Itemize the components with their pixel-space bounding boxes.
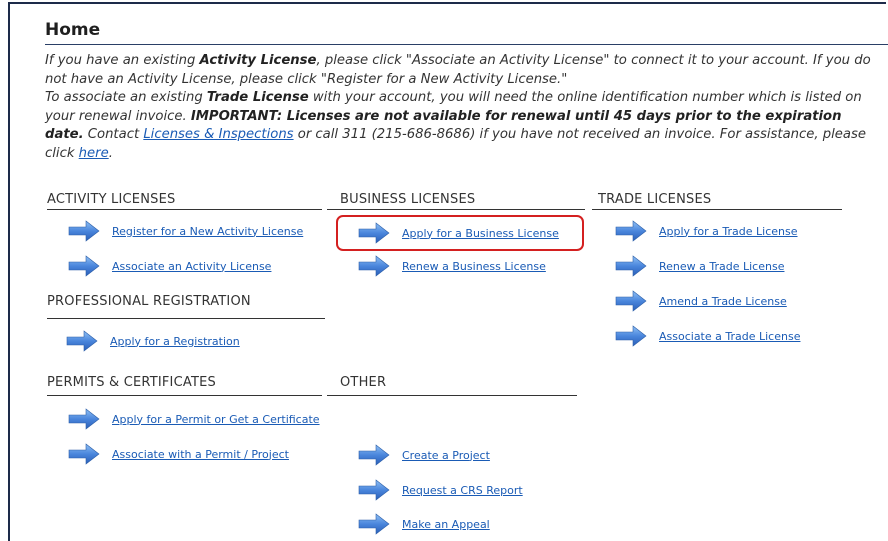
intro-bold-trade-license: Trade License: [206, 90, 309, 106]
section-divider: [47, 209, 322, 210]
amend-trade-license-link[interactable]: Amend a Trade License: [659, 295, 787, 308]
intro-text-part: To associate an existing: [45, 90, 207, 106]
section-heading-other: OTHER: [340, 375, 387, 390]
link-row[interactable]: Create a Project: [358, 443, 490, 467]
page-title: Home: [45, 20, 101, 40]
section-divider: [327, 395, 577, 396]
link-row[interactable]: Apply for a Trade License: [615, 219, 798, 243]
section-heading-professional-registration: PROFESSIONAL REGISTRATION: [47, 294, 251, 309]
link-row[interactable]: Associate with a Permit / Project: [68, 442, 289, 466]
register-new-activity-license-link[interactable]: Register for a New Activity License: [112, 225, 303, 238]
section-heading-business-licenses: BUSINESS LICENSES: [340, 192, 476, 207]
link-row[interactable]: Apply for a Permit or Get a Certificate: [68, 407, 320, 431]
intro-text-part: Contact: [83, 127, 144, 143]
section-divider: [47, 318, 325, 319]
link-row[interactable]: Request a CRS Report: [358, 478, 523, 502]
intro-text-part: .: [108, 145, 113, 161]
section-heading-trade-licenses: TRADE LICENSES: [598, 192, 712, 207]
section-heading-activity-licenses: ACTIVITY LICENSES: [47, 192, 176, 207]
link-row[interactable]: Register for a New Activity License: [68, 219, 303, 243]
right-arrow-icon[interactable]: [358, 513, 390, 535]
section-divider: [47, 395, 322, 396]
intro-text: If you have an existing Activity License…: [45, 52, 880, 164]
right-arrow-icon[interactable]: [615, 220, 647, 242]
right-arrow-icon[interactable]: [615, 325, 647, 347]
right-arrow-icon[interactable]: [66, 330, 98, 352]
highlight-box: [336, 215, 584, 251]
link-row[interactable]: Make an Appeal: [358, 512, 490, 536]
request-crs-report-link[interactable]: Request a CRS Report: [402, 484, 523, 497]
right-arrow-icon[interactable]: [615, 255, 647, 277]
associate-permit-project-link[interactable]: Associate with a Permit / Project: [112, 448, 289, 461]
title-divider: [45, 44, 888, 45]
link-row[interactable]: Amend a Trade License: [615, 289, 787, 313]
link-row[interactable]: Renew a Business License: [358, 254, 546, 278]
link-row[interactable]: Associate an Activity License: [68, 254, 271, 278]
intro-text-part: If you have an existing: [45, 53, 200, 68]
associate-activity-license-link[interactable]: Associate an Activity License: [112, 260, 271, 273]
right-arrow-icon[interactable]: [358, 479, 390, 501]
right-arrow-icon[interactable]: [68, 443, 100, 465]
licenses-inspections-link[interactable]: Licenses & Inspections: [143, 127, 293, 142]
associate-trade-license-link[interactable]: Associate a Trade License: [659, 330, 800, 343]
apply-trade-license-link[interactable]: Apply for a Trade License: [659, 225, 798, 238]
link-row[interactable]: Associate a Trade License: [615, 324, 800, 348]
create-project-link[interactable]: Create a Project: [402, 449, 490, 462]
section-divider: [327, 209, 585, 210]
apply-registration-link[interactable]: Apply for a Registration: [110, 335, 240, 348]
right-arrow-icon[interactable]: [358, 444, 390, 466]
link-row[interactable]: Renew a Trade License: [615, 254, 784, 278]
right-arrow-icon[interactable]: [68, 220, 100, 242]
renew-trade-license-link[interactable]: Renew a Trade License: [659, 260, 784, 273]
section-divider: [592, 209, 842, 210]
right-arrow-icon[interactable]: [68, 408, 100, 430]
right-arrow-icon[interactable]: [68, 255, 100, 277]
make-appeal-link[interactable]: Make an Appeal: [402, 518, 490, 531]
right-arrow-icon[interactable]: [615, 290, 647, 312]
renew-business-license-link[interactable]: Renew a Business License: [402, 260, 546, 273]
link-row[interactable]: Apply for a Registration: [66, 329, 240, 353]
here-link[interactable]: here: [79, 146, 109, 161]
right-arrow-icon[interactable]: [358, 255, 390, 277]
apply-permit-certificate-link[interactable]: Apply for a Permit or Get a Certificate: [112, 413, 320, 426]
intro-bold-activity-license: Activity License: [199, 53, 317, 68]
section-heading-permits-certificates: PERMITS & CERTIFICATES: [47, 375, 216, 390]
